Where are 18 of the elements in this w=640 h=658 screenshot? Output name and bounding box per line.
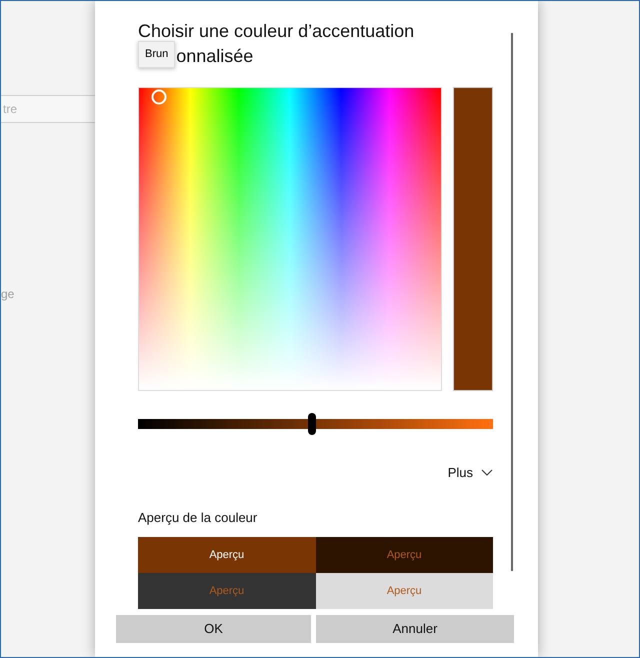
picker-ring-icon[interactable]: [151, 89, 167, 105]
slider-thumb[interactable]: [308, 413, 316, 435]
dialog-title: Choisir une couleur d’accentuation: [138, 20, 416, 43]
color-preview: Aperçu: [138, 537, 316, 573]
cancel-button[interactable]: Annuler: [316, 615, 514, 643]
chevron-icon: [481, 468, 493, 477]
background-label: ge: [1, 286, 16, 303]
color-preview: Aperçu: [138, 573, 316, 609]
search-field-text: tre: [2, 101, 18, 118]
color-preview: Aperçu: [316, 537, 493, 573]
ok-button[interactable]: OK: [116, 615, 311, 643]
tooltip: Brun: [138, 41, 176, 68]
color-preview: Aperçu: [316, 573, 493, 609]
more-button[interactable]: Plus: [448, 463, 493, 482]
preview-label: Aperçu de la couleur: [138, 508, 258, 527]
dialog-title: onnalisée: [176, 45, 254, 68]
brightness-slider[interactable]: [138, 413, 493, 435]
scrollbar[interactable]: [511, 33, 513, 571]
